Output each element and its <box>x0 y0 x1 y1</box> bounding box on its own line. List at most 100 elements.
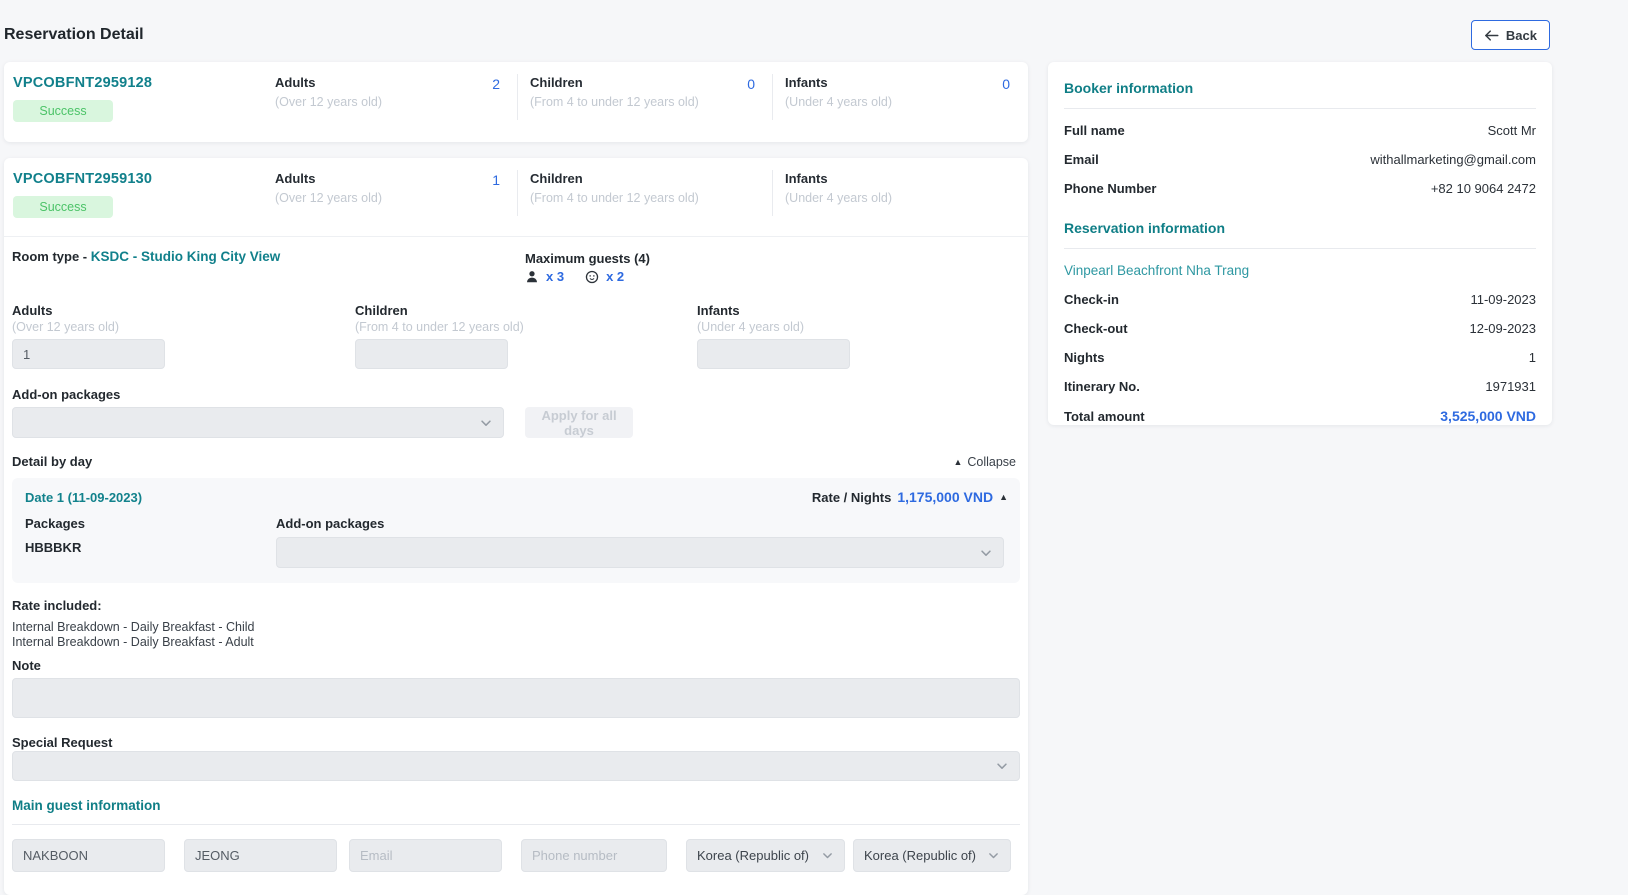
guest-first-name-input[interactable]: NAKBOON <box>12 839 165 872</box>
rate-nights-value: 1,175,000 VND <box>897 489 993 505</box>
infants-label: Infants <box>785 75 892 90</box>
children-count: 0 <box>747 75 755 140</box>
reservation-card-1: VPCOBFNT2959128 Success Adults (Over 12 … <box>4 62 1028 142</box>
addon-packages-select[interactable] <box>12 407 504 438</box>
checkout-label: Check-out <box>1064 321 1128 336</box>
booker-phone-row: Phone Number +82 10 9064 2472 <box>1064 181 1536 196</box>
room-type-value: KSDC - Studio King City View <box>91 249 281 264</box>
triangle-up-icon: ▲ <box>953 457 962 467</box>
phone-label: Phone Number <box>1064 181 1156 196</box>
phone-value: +82 10 9064 2472 <box>1431 181 1536 196</box>
chevron-down-icon <box>479 416 493 430</box>
back-button-label: Back <box>1506 28 1537 43</box>
hotel-name: Vinpearl Beachfront Nha Trang <box>1064 263 1536 278</box>
collapse-toggle[interactable]: ▲ Collapse <box>953 455 1016 469</box>
nights-label: Nights <box>1064 350 1104 365</box>
rate-nights-label: Rate / Nights <box>812 490 891 505</box>
rate-included-item: Internal Breakdown - Daily Breakfast - A… <box>12 635 254 649</box>
packages-label: Packages <box>25 516 85 531</box>
booker-email-row: Email withallmarketing@gmail.com <box>1064 152 1536 167</box>
children-sublabel: (From 4 to under 12 years old) <box>530 95 699 109</box>
chevron-down-icon <box>995 759 1009 773</box>
booker-fullname-row: Full name Scott Mr <box>1064 123 1536 138</box>
children-summary: Children (From 4 to under 12 years old) … <box>517 62 772 140</box>
chevron-down-icon <box>821 849 834 862</box>
guest-nationality-select[interactable]: Korea (Republic of) <box>853 839 1011 872</box>
total-amount-row: Total amount 3,525,000 VND <box>1064 408 1536 424</box>
email-value: withallmarketing@gmail.com <box>1370 152 1536 167</box>
infants-sublabel: (Under 4 years old) <box>697 320 804 334</box>
collapse-label: Collapse <box>967 455 1016 469</box>
infants-sublabel: (Under 4 years old) <box>785 191 892 205</box>
divider <box>1064 108 1536 109</box>
guest-country-select[interactable]: Korea (Republic of) <box>686 839 845 872</box>
chevron-down-icon <box>987 849 1000 862</box>
itinerary-row: Itinerary No. 1971931 <box>1064 379 1536 394</box>
reservation-code: VPCOBFNT2959130 <box>13 171 262 187</box>
special-request-select[interactable] <box>12 751 1020 781</box>
divider <box>12 824 1020 825</box>
reservation-information-heading: Reservation information <box>1064 196 1536 236</box>
apply-all-days-button[interactable]: Apply for all days <box>525 407 633 438</box>
note-textarea[interactable] <box>12 678 1020 718</box>
fullname-value: Scott Mr <box>1488 123 1536 138</box>
chevron-down-icon <box>979 546 993 560</box>
booker-information-heading: Booker information <box>1064 62 1536 96</box>
child-face-icon <box>585 270 599 284</box>
children-label: Children <box>355 303 408 318</box>
children-sublabel: (From 4 to under 12 years old) <box>355 320 524 334</box>
max-guests-label: Maximum guests (4) <box>525 251 650 266</box>
adults-label: Adults <box>275 171 382 186</box>
adults-summary: Adults (Over 12 years old) 2 <box>262 62 517 140</box>
back-button[interactable]: Back <box>1471 20 1550 50</box>
adults-sublabel: (Over 12 years old) <box>275 191 382 205</box>
triangle-up-icon: ▲ <box>999 492 1008 502</box>
status-badge: Success <box>13 100 113 122</box>
nights-row: Nights 1 <box>1064 350 1536 365</box>
adult-max-count: x 3 <box>546 269 564 284</box>
reservation-detail-page: Reservation Detail Back VPCOBFNT2959128 … <box>0 0 1628 895</box>
note-label: Note <box>12 658 41 673</box>
infants-summary: Infants (Under 4 years old) <box>772 158 1027 236</box>
divider <box>4 236 1028 237</box>
adults-count: 1 <box>492 171 500 236</box>
guest-last-name-input[interactable]: JEONG <box>184 839 337 872</box>
divider <box>1064 248 1536 249</box>
day-addon-select[interactable] <box>276 537 1004 568</box>
checkin-value: 11-09-2023 <box>1470 292 1536 307</box>
adult-person-icon <box>525 270 539 284</box>
adults-sublabel: (Over 12 years old) <box>12 320 119 334</box>
children-input[interactable] <box>355 339 508 369</box>
infants-label: Infants <box>697 303 740 318</box>
children-label: Children <box>530 171 699 186</box>
room-type-line: Room type - KSDC - Studio King City View <box>12 249 280 264</box>
guest-email-input[interactable]: Email <box>349 839 502 872</box>
itinerary-value: 1971931 <box>1485 379 1536 394</box>
checkin-label: Check-in <box>1064 292 1119 307</box>
reservation-card-2: VPCOBFNT2959130 Success Adults (Over 12 … <box>4 158 1028 895</box>
total-amount-label: Total amount <box>1064 409 1145 424</box>
fullname-label: Full name <box>1064 123 1125 138</box>
nights-value: 1 <box>1529 350 1536 365</box>
adults-input-value: 1 <box>23 347 30 362</box>
children-sublabel: (From 4 to under 12 years old) <box>530 191 699 205</box>
rate-included-item: Internal Breakdown - Daily Breakfast - C… <box>12 620 254 634</box>
rate-included-label: Rate included: <box>12 598 102 613</box>
itinerary-label: Itinerary No. <box>1064 379 1140 394</box>
total-amount-value: 3,525,000 VND <box>1440 408 1536 424</box>
guest-phone-input[interactable]: Phone number <box>521 839 667 872</box>
adults-sublabel: (Over 12 years old) <box>275 95 382 109</box>
adults-input[interactable]: 1 <box>12 339 165 369</box>
child-max-count: x 2 <box>606 269 624 284</box>
guest-first-name-value: NAKBOON <box>23 848 88 863</box>
booking-info-panel: Booker information Full name Scott Mr Em… <box>1048 62 1552 425</box>
guest-email-placeholder: Email <box>360 848 393 863</box>
email-label: Email <box>1064 152 1099 167</box>
detail-by-day-label: Detail by day <box>12 454 92 469</box>
day-rate-toggle[interactable]: Rate / Nights 1,175,000 VND ▲ <box>812 489 1008 505</box>
guest-last-name-value: JEONG <box>195 848 240 863</box>
status-badge: Success <box>13 196 113 218</box>
infants-input[interactable] <box>697 339 850 369</box>
room-type-label: Room type - <box>12 249 87 264</box>
guest-country-value: Korea (Republic of) <box>697 848 809 863</box>
